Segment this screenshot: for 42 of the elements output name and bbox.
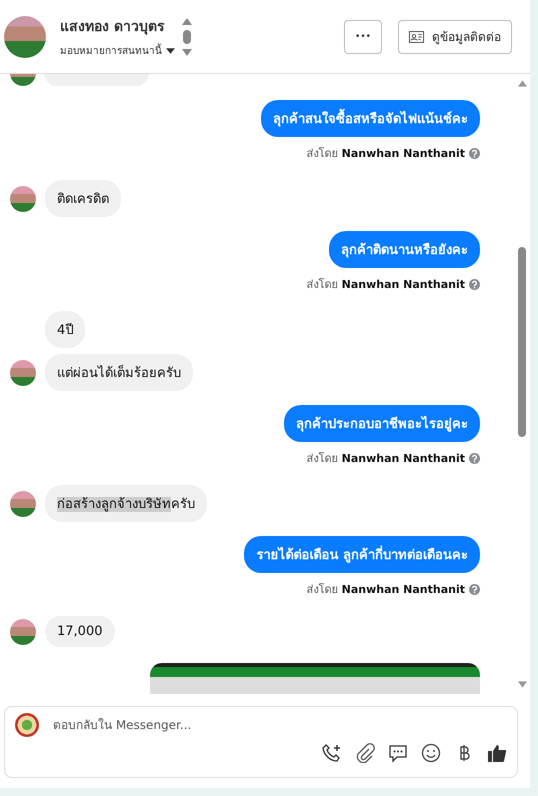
sent-by-label: ส่งโดย [306, 277, 338, 293]
page-avatar [15, 713, 39, 737]
sent-message: รายได้ต่อเดือน ลูกค้ากี่บาทต่อเดือนคะ [244, 536, 480, 573]
thumbs-up-icon[interactable] [487, 743, 507, 763]
contact-avatar [10, 186, 36, 212]
caret-icon[interactable] [166, 48, 175, 54]
add-call-icon[interactable] [322, 743, 342, 763]
sender-name: Nanwhan Nanthanit [342, 278, 465, 290]
contact-card-icon [409, 30, 424, 42]
scrollbar-thumb[interactable] [518, 247, 526, 437]
received-message: แต่ผ่อนได้เต็มร้อยครับ [45, 354, 193, 391]
help-icon[interactable] [469, 584, 480, 594]
chat-bubble-icon[interactable] [388, 743, 408, 763]
sent-by-label: ส่งโดย [306, 451, 338, 467]
scroll-up-icon[interactable] [518, 80, 526, 87]
help-icon[interactable] [469, 278, 480, 290]
received-message: 17,000 [45, 616, 114, 647]
received-message: 4ปี [45, 311, 86, 348]
stepper-icon[interactable] [181, 16, 193, 56]
sender-name: Nanwhan Nanthanit [342, 582, 465, 596]
sent-message: ลุกค้าสนใจซื้อสหรือจัดไฟแน้นช์คะ [261, 100, 480, 137]
help-icon[interactable] [469, 148, 480, 158]
profile-avatar [4, 16, 46, 58]
view-contact-button[interactable]: ดูข้อมูลติดต่อ [398, 20, 512, 54]
contact-avatar [10, 490, 36, 516]
help-icon[interactable] [469, 452, 480, 464]
received-message: ติดเครดิต [45, 180, 121, 217]
sender-name: Nanwhan Nanthanit [342, 452, 465, 464]
received-message: ก่อสร้างลูกจ้างบริษัทครับ [45, 485, 207, 522]
attachment-icon[interactable] [355, 743, 375, 763]
emoji-icon[interactable] [421, 743, 441, 763]
contact-name: แสงทอง ดาวบุตร [60, 18, 166, 37]
contact-avatar [10, 618, 36, 644]
sender-name: Nanwhan Nanthanit [342, 146, 465, 160]
sent-by-label: ส่งโดย [306, 146, 338, 162]
contact-avatar [10, 360, 36, 386]
scroll-down-icon[interactable] [518, 681, 526, 688]
more-button[interactable]: ••• [344, 20, 382, 54]
sent-by-label: ส่งโดย [306, 582, 338, 598]
sent-message: ลุกค้าประกอบอาชีพอะไรอยู่คะ [284, 405, 480, 442]
sent-message: ลุกค้าติดนานหรือยังคะ [329, 231, 480, 268]
assign-conversation-dropdown[interactable]: มอบหมายการสนทนานี้ [60, 43, 175, 58]
